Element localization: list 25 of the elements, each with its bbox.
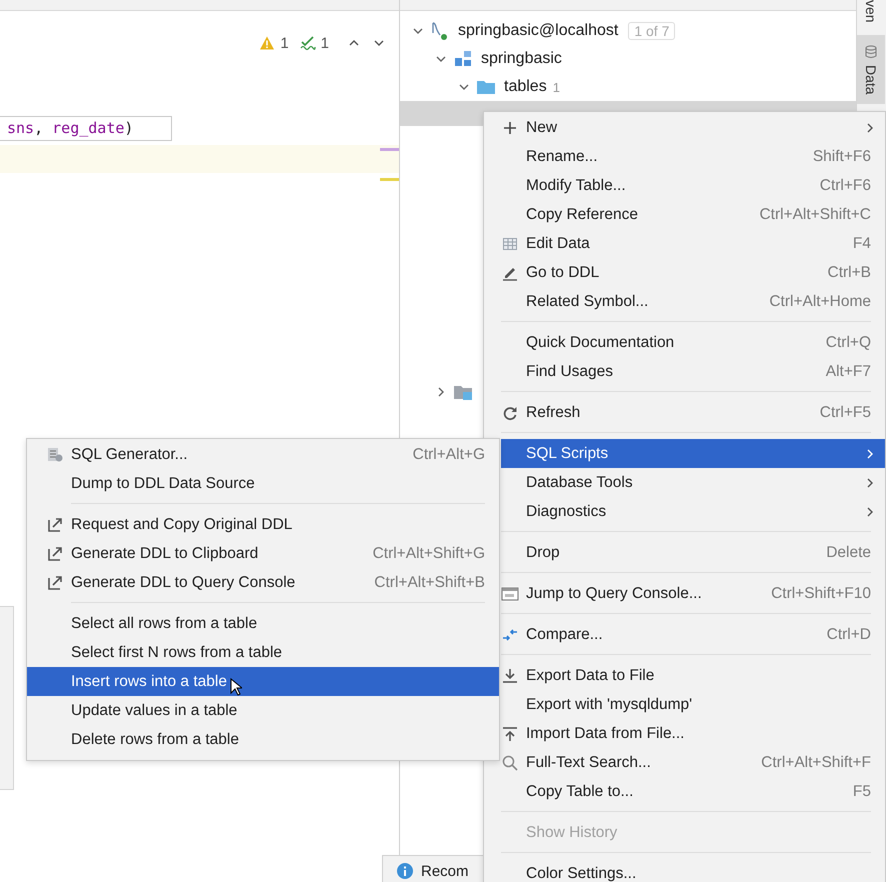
- shortcut-text: Ctrl+Alt+Shift+C: [759, 206, 871, 224]
- item-count: 1: [552, 80, 560, 94]
- shortcut-text: F4: [852, 234, 871, 252]
- shortcut-text: Ctrl+Alt+G: [412, 446, 485, 464]
- shortcut-text: Ctrl+Q: [826, 334, 871, 352]
- shortcut-text: Ctrl+Alt+Home: [769, 292, 871, 310]
- shortcut-text: Ctrl+Shift+F10: [771, 584, 871, 602]
- position-badge: 1 of 7: [628, 22, 676, 40]
- shortcut-text: Ctrl+Alt+Shift+F: [761, 754, 871, 772]
- shortcut-text: Shift+F6: [812, 148, 871, 166]
- tree-label: springbasic@localhost: [458, 22, 618, 40]
- shortcut-text: Ctrl+F6: [820, 176, 871, 194]
- shortcut-text: F5: [852, 782, 871, 800]
- notification-text: Recom: [421, 862, 469, 880]
- shortcut-text: Delete: [826, 544, 871, 562]
- shortcut-text: Ctrl+Alt+Shift+G: [372, 544, 485, 562]
- inspection-count: 1: [320, 34, 329, 52]
- shortcut-text: Alt+F7: [826, 362, 871, 380]
- shortcut-text: Ctrl+B: [828, 264, 871, 282]
- tree-label: tables: [504, 78, 547, 96]
- shortcut-text: Ctrl+D: [826, 626, 871, 644]
- shortcut-text: Ctrl+Alt+Shift+B: [374, 574, 485, 592]
- tree-label: springbasic: [481, 50, 562, 68]
- inspection-count: 1: [280, 34, 289, 52]
- shortcut-text: Ctrl+F5: [820, 404, 871, 422]
